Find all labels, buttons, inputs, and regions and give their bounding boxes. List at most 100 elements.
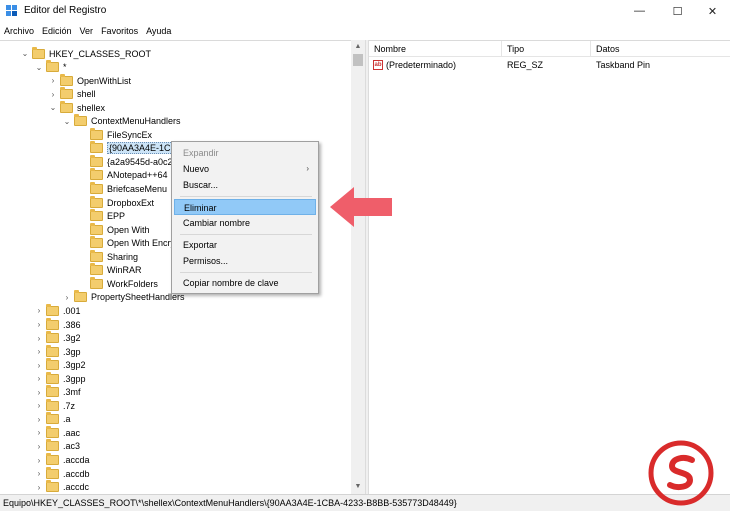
registry-editor-icon <box>6 5 17 16</box>
tree-item-label: EPP <box>107 211 126 222</box>
tree-item-label: .accdc <box>63 482 90 493</box>
tree-item[interactable]: › OpenWithList <box>48 73 131 87</box>
logo-icon <box>648 440 714 506</box>
tree-scrollbar[interactable]: ▲ ▼ <box>351 40 365 494</box>
folder-icon <box>46 439 59 452</box>
tree-item[interactable]: Sharing <box>78 249 138 263</box>
scroll-up-icon[interactable]: ▲ <box>351 40 365 54</box>
chevron-down-icon[interactable]: ⌄ <box>62 117 72 126</box>
chevron-right-icon[interactable]: › <box>48 90 58 99</box>
folder-icon <box>46 331 59 344</box>
tree-item[interactable]: › .accdc <box>34 480 90 494</box>
menu-item-eliminar[interactable]: Eliminar <box>174 199 316 215</box>
chevron-down-icon[interactable]: ⌄ <box>48 103 58 112</box>
tree-item[interactable]: EPP <box>78 209 126 223</box>
tree-item[interactable]: BriefcaseMenu <box>78 182 167 196</box>
chevron-right-icon[interactable]: › <box>34 320 44 329</box>
chevron-right-icon[interactable]: › <box>34 347 44 356</box>
folder-icon <box>90 168 103 181</box>
menu-item-nuevo[interactable]: Nuevo › <box>174 161 316 177</box>
menu-separator <box>180 196 312 197</box>
chevron-right-icon[interactable]: › <box>62 293 72 302</box>
chevron-right-icon[interactable]: › <box>34 361 44 370</box>
menu-favoritos[interactable]: Favoritos <box>101 26 138 36</box>
tree-item[interactable]: ⌄ HKEY_CLASSES_ROOT <box>20 46 151 60</box>
maximize-button[interactable]: ☐ <box>660 0 695 22</box>
chevron-right-icon[interactable]: › <box>34 469 44 478</box>
menu-item-cambiar-nombre[interactable]: Cambiar nombre <box>174 215 316 231</box>
column-tipo[interactable]: Tipo <box>502 41 591 57</box>
tree-item[interactable]: › .7z <box>34 398 75 412</box>
tree-item[interactable]: WorkFolders <box>78 276 158 290</box>
folder-icon <box>90 263 103 276</box>
tree-item[interactable]: › .3g2 <box>34 331 81 345</box>
menu-item-buscar[interactable]: Buscar... <box>174 177 316 193</box>
tree-item[interactable]: › .aac <box>34 425 81 439</box>
folder-icon <box>32 46 45 59</box>
tree-item[interactable]: DropboxExt <box>78 195 154 209</box>
scroll-thumb[interactable] <box>353 54 363 66</box>
tree-item[interactable]: › .accdb <box>34 466 90 480</box>
menu-ver[interactable]: Ver <box>80 26 94 36</box>
chevron-right-icon[interactable]: › <box>34 388 44 397</box>
chevron-down-icon[interactable]: ⌄ <box>34 63 44 72</box>
tree-item[interactable]: › .386 <box>34 317 81 331</box>
tree-item[interactable]: › .a <box>34 412 71 426</box>
menu-item-copiar-nombre[interactable]: Copiar nombre de clave <box>174 275 316 291</box>
menu-archivo[interactable]: Archivo <box>4 26 34 36</box>
tree-item-label: .3gp <box>63 346 81 357</box>
folder-icon <box>46 317 59 330</box>
chevron-right-icon[interactable]: › <box>34 415 44 424</box>
menu-edicion[interactable]: Edición <box>42 26 72 36</box>
list-header: Nombre Tipo Datos <box>369 41 730 57</box>
column-datos[interactable]: Datos <box>591 41 730 57</box>
menu-item-exportar[interactable]: Exportar <box>174 237 316 253</box>
tree-item-label: .3gpp <box>63 373 86 384</box>
tree-item[interactable]: ⌄ shellex <box>48 100 105 114</box>
tree-item[interactable]: ANotepad++64 <box>78 168 168 182</box>
chevron-right-icon[interactable]: › <box>34 456 44 465</box>
column-nombre[interactable]: Nombre <box>369 41 502 57</box>
chevron-right-icon[interactable]: › <box>34 401 44 410</box>
tree-item[interactable]: › .3mf <box>34 385 81 399</box>
chevron-right-icon[interactable]: › <box>34 483 44 492</box>
folder-icon <box>46 303 59 316</box>
minimize-button[interactable]: — <box>622 0 657 22</box>
tree-item-label: .accdb <box>63 468 90 479</box>
folder-icon <box>46 371 59 384</box>
chevron-right-icon[interactable]: › <box>34 334 44 343</box>
tree-item[interactable]: › PropertySheetHandlers <box>62 290 185 304</box>
tree-item[interactable]: › .accda <box>34 453 90 467</box>
chevron-down-icon[interactable]: ⌄ <box>20 49 30 58</box>
chevron-right-icon[interactable]: › <box>34 306 44 315</box>
menu-item-permisos[interactable]: Permisos... <box>174 253 316 269</box>
close-button[interactable]: ✕ <box>695 0 730 22</box>
tree-item-label: .aac <box>63 427 81 438</box>
chevron-right-icon[interactable]: › <box>34 374 44 383</box>
tree-item[interactable]: ⌄ ContextMenuHandlers <box>62 114 181 128</box>
value-row[interactable]: ab (Predeterminado) REG_SZ Taskband Pin <box>369 58 730 72</box>
folder-icon <box>90 249 103 262</box>
folder-icon <box>90 141 103 154</box>
chevron-right-icon[interactable]: › <box>48 76 58 85</box>
folder-icon <box>46 398 59 411</box>
chevron-right-icon[interactable]: › <box>34 428 44 437</box>
menu-ayuda[interactable]: Ayuda <box>146 26 171 36</box>
value-data: Taskband Pin <box>596 60 651 70</box>
tree-item[interactable]: › .001 <box>34 303 81 317</box>
tree-item[interactable]: Open With <box>78 222 150 236</box>
tree-item[interactable]: ⌄ * <box>34 60 67 74</box>
tree-item[interactable]: › .3gp2 <box>34 358 86 372</box>
tree-item-label: * <box>63 62 67 73</box>
tree-item[interactable]: › .3gp <box>34 344 81 358</box>
tree-item[interactable]: › .ac3 <box>34 439 80 453</box>
menu-separator <box>180 272 312 273</box>
tree-item[interactable]: FileSyncEx <box>78 127 152 141</box>
folder-icon <box>46 344 59 357</box>
chevron-right-icon[interactable]: › <box>34 442 44 451</box>
scroll-down-icon[interactable]: ▼ <box>351 480 365 494</box>
tree-item[interactable]: WinRAR <box>78 263 142 277</box>
tree-item-label: .a <box>63 414 71 425</box>
tree-item[interactable]: › .3gpp <box>34 371 86 385</box>
tree-item[interactable]: › shell <box>48 87 96 101</box>
